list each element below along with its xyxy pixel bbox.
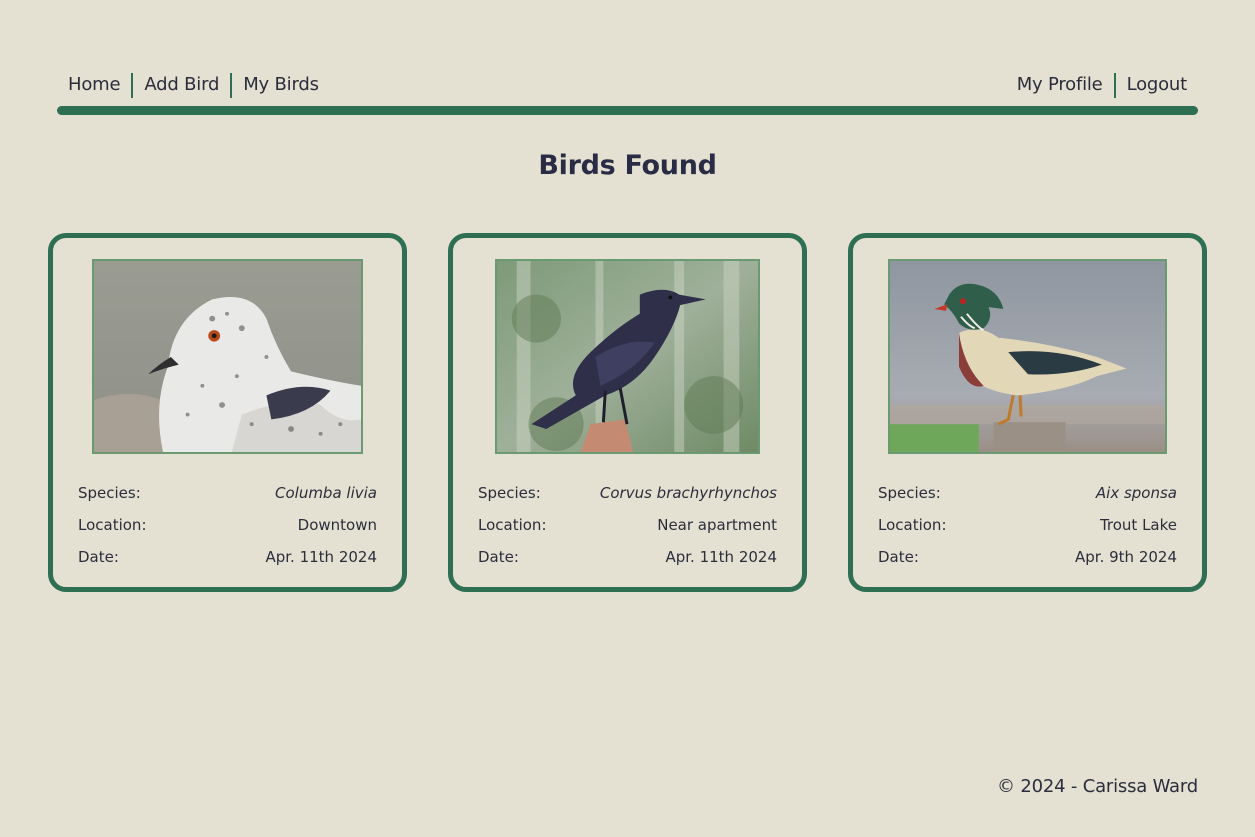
nav-left: Home Add Bird My Birds: [57, 70, 330, 100]
nav-underline-bar: [57, 106, 1198, 115]
species-label: Species:: [878, 484, 941, 502]
date-value: Apr. 9th 2024: [1075, 548, 1177, 566]
nav-home-link[interactable]: Home: [57, 72, 131, 98]
location-label: Location:: [78, 516, 147, 534]
page-title: Birds Found: [538, 150, 717, 181]
wood-duck-photo: [888, 259, 1167, 454]
crow-photo: [495, 259, 760, 454]
nav-my-profile-link[interactable]: My Profile: [1006, 72, 1114, 98]
card-details: Species: Aix sponsa Location: Trout Lake…: [878, 481, 1177, 577]
nav-logout-link[interactable]: Logout: [1116, 72, 1198, 98]
location-row: Location: Near apartment: [478, 513, 777, 545]
location-row: Location: Downtown: [78, 513, 377, 545]
date-row: Date: Apr. 11th 2024: [78, 545, 377, 577]
page: Home Add Bird My Birds My Profile Logout…: [0, 0, 1255, 837]
date-row: Date: Apr. 9th 2024: [878, 545, 1177, 577]
footer-copyright: © 2024 - Carissa Ward: [997, 776, 1198, 797]
nav-my-birds-link[interactable]: My Birds: [232, 72, 330, 98]
location-label: Location:: [478, 516, 547, 534]
date-row: Date: Apr. 11th 2024: [478, 545, 777, 577]
location-row: Location: Trout Lake: [878, 513, 1177, 545]
bird-card[interactable]: Species: Corvus brachyrhynchos Location:…: [448, 233, 807, 592]
bird-card[interactable]: Species: Columba livia Location: Downtow…: [48, 233, 407, 592]
species-row: Species: Aix sponsa: [878, 481, 1177, 513]
date-value: Apr. 11th 2024: [665, 548, 777, 566]
species-row: Species: Columba livia: [78, 481, 377, 513]
species-label: Species:: [478, 484, 541, 502]
location-value: Trout Lake: [1099, 516, 1177, 534]
nav-right: My Profile Logout: [1006, 70, 1198, 100]
location-value: Near apartment: [657, 516, 777, 534]
nav-add-bird-link[interactable]: Add Bird: [133, 72, 230, 98]
species-value: Columba livia: [275, 484, 377, 502]
location-value: Downtown: [297, 516, 377, 534]
card-details: Species: Columba livia Location: Downtow…: [78, 481, 377, 577]
species-value: Aix sponsa: [1095, 484, 1177, 502]
bird-card[interactable]: Species: Aix sponsa Location: Trout Lake…: [848, 233, 1207, 592]
species-row: Species: Corvus brachyrhynchos: [478, 481, 777, 513]
top-nav: Home Add Bird My Birds My Profile Logout: [57, 70, 1198, 116]
date-label: Date:: [878, 548, 919, 566]
card-details: Species: Corvus brachyrhynchos Location:…: [478, 481, 777, 577]
pigeon-photo: [92, 259, 363, 454]
species-value: Corvus brachyrhynchos: [599, 484, 777, 502]
date-label: Date:: [78, 548, 119, 566]
date-value: Apr. 11th 2024: [265, 548, 377, 566]
species-label: Species:: [78, 484, 141, 502]
location-label: Location:: [878, 516, 947, 534]
date-label: Date:: [478, 548, 519, 566]
